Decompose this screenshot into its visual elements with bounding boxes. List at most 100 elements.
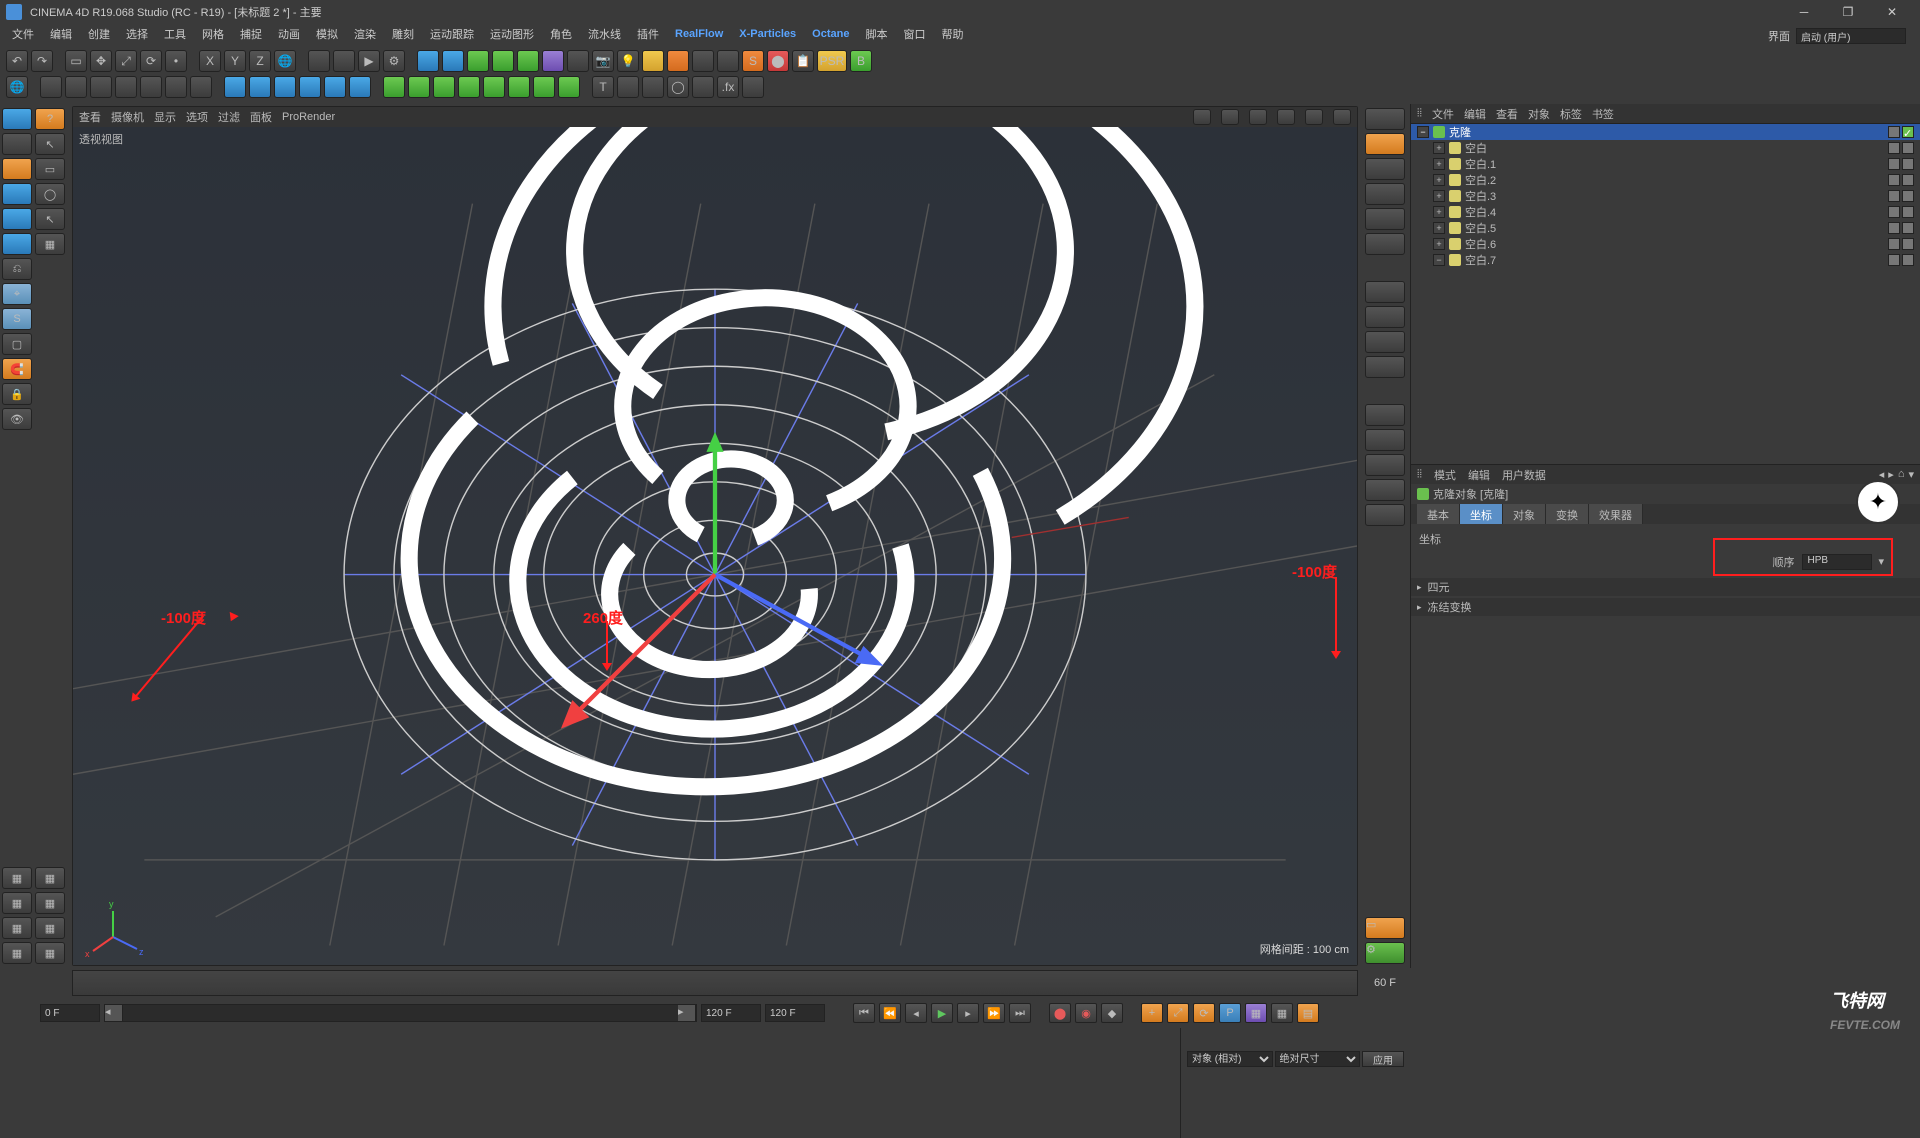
add-environment[interactable] bbox=[567, 50, 589, 72]
gen2[interactable] bbox=[408, 76, 430, 98]
p-opt[interactable]: ▤ bbox=[1297, 1003, 1319, 1023]
step-back-button[interactable]: ⏪ bbox=[879, 1003, 901, 1023]
palette-5[interactable]: ▦ bbox=[2, 917, 32, 939]
menu-文件[interactable]: 文件 bbox=[6, 24, 40, 44]
workplane-btn[interactable]: ▢ bbox=[2, 333, 32, 355]
r12[interactable] bbox=[1365, 429, 1405, 451]
range-end-field[interactable] bbox=[701, 1004, 761, 1022]
p-param[interactable]: P bbox=[1219, 1003, 1241, 1023]
add-generator[interactable] bbox=[467, 50, 489, 72]
play-button[interactable]: ▶ bbox=[931, 1003, 953, 1023]
home-icon[interactable] bbox=[1193, 109, 1211, 125]
menu-窗口[interactable]: 窗口 bbox=[897, 24, 931, 44]
spline-text[interactable]: T bbox=[592, 76, 614, 98]
tree-item[interactable]: +空白.5 bbox=[1411, 220, 1920, 236]
menu-运动跟踪[interactable]: 运动跟踪 bbox=[424, 24, 480, 44]
last-tool[interactable]: • bbox=[165, 50, 187, 72]
add-array[interactable] bbox=[517, 50, 539, 72]
menu-X-Particles[interactable]: X-Particles bbox=[733, 26, 802, 42]
model-mode[interactable] bbox=[2, 108, 32, 130]
vp-menu-面板[interactable]: 面板 bbox=[250, 109, 272, 125]
spline2[interactable] bbox=[642, 76, 664, 98]
move-tool[interactable]: ✥ bbox=[90, 50, 112, 72]
menu-捕捉[interactable]: 捕捉 bbox=[234, 24, 268, 44]
minimize-button[interactable]: ─ bbox=[1782, 0, 1826, 24]
expand-icon[interactable]: + bbox=[1433, 238, 1445, 250]
vp-menu-选项[interactable]: 选项 bbox=[186, 109, 208, 125]
expand-icon[interactable]: + bbox=[1433, 222, 1445, 234]
lock-btn[interactable]: 🔒 bbox=[2, 383, 32, 405]
lasso-select[interactable]: ◯ bbox=[35, 183, 65, 205]
zoom-icon[interactable] bbox=[1249, 109, 1267, 125]
r7[interactable] bbox=[1365, 281, 1405, 303]
t3[interactable] bbox=[90, 76, 112, 98]
tweak-mode[interactable]: ⌖ bbox=[2, 283, 32, 305]
vis-btn[interactable]: 👁 bbox=[2, 408, 32, 430]
axis-mode[interactable]: ? bbox=[35, 108, 65, 130]
attr-menu-icon[interactable]: ▾ bbox=[1908, 468, 1914, 481]
record-button[interactable]: ⬤ bbox=[1049, 1003, 1071, 1023]
viewport-canvas[interactable]: y z x 透视视图 网格间距 : 100 cm -100度 260度 -100… bbox=[73, 127, 1357, 965]
group-quaternion[interactable]: ▸四元 bbox=[1411, 578, 1920, 596]
render-region[interactable] bbox=[333, 50, 355, 72]
menu-雕刻[interactable]: 雕刻 bbox=[386, 24, 420, 44]
r15[interactable] bbox=[1365, 504, 1405, 526]
light-icon[interactable] bbox=[1221, 109, 1239, 125]
t1[interactable] bbox=[40, 76, 62, 98]
material-manager[interactable] bbox=[34, 1028, 1180, 1138]
obj-tab-文件[interactable]: 文件 bbox=[1432, 106, 1454, 122]
spline3[interactable]: ◯ bbox=[667, 76, 689, 98]
tree-item[interactable]: +空白.4 bbox=[1411, 204, 1920, 220]
octane-btn[interactable]: ⬤ bbox=[767, 50, 789, 72]
tree-item[interactable]: +空白.3 bbox=[1411, 188, 1920, 204]
add-motion-tracker[interactable] bbox=[642, 50, 664, 72]
r14[interactable] bbox=[1365, 479, 1405, 501]
expand-icon[interactable]: + bbox=[1433, 206, 1445, 218]
psr-button[interactable]: PSR bbox=[817, 50, 847, 72]
add-light[interactable]: 💡 bbox=[617, 50, 639, 72]
render-settings[interactable]: ⚙ bbox=[383, 50, 405, 72]
tree-item[interactable]: +空白.6 bbox=[1411, 236, 1920, 252]
r13[interactable] bbox=[1365, 454, 1405, 476]
palette-6[interactable]: ▦ bbox=[35, 917, 65, 939]
menu-选择[interactable]: 选择 bbox=[120, 24, 154, 44]
primitive-plane[interactable] bbox=[324, 76, 346, 98]
coord-mode2[interactable]: 绝对尺寸 bbox=[1275, 1051, 1361, 1067]
p-sel[interactable]: ▦ bbox=[1271, 1003, 1293, 1023]
subtab-变换[interactable]: 变换 bbox=[1546, 504, 1589, 524]
menu-编辑[interactable]: 编辑 bbox=[44, 24, 78, 44]
attr-tab-模式[interactable]: 模式 bbox=[1434, 467, 1456, 483]
gen4[interactable] bbox=[458, 76, 480, 98]
add-camera[interactable]: 📷 bbox=[592, 50, 614, 72]
goto-end-button[interactable]: ⏭ bbox=[1009, 1003, 1031, 1023]
add-rig[interactable] bbox=[667, 50, 689, 72]
subtab-效果器[interactable]: 效果器 bbox=[1589, 504, 1643, 524]
r3[interactable] bbox=[1365, 158, 1405, 180]
expand-icon[interactable]: + bbox=[1433, 142, 1445, 154]
add-cube[interactable] bbox=[417, 50, 439, 72]
rotate-icon[interactable] bbox=[1305, 109, 1323, 125]
add-deformer[interactable] bbox=[542, 50, 564, 72]
primitive-cube[interactable] bbox=[224, 76, 246, 98]
menu-帮助[interactable]: 帮助 bbox=[935, 24, 969, 44]
range-end2-field[interactable] bbox=[765, 1004, 825, 1022]
fx-btn[interactable]: .fx bbox=[717, 76, 739, 98]
pan-icon[interactable] bbox=[1277, 109, 1295, 125]
workplane[interactable] bbox=[2, 158, 32, 180]
xp-btn-1[interactable]: 📋 bbox=[792, 50, 814, 72]
grip-icon[interactable]: ⦙⦙ bbox=[1417, 468, 1422, 481]
expand-icon[interactable]: + bbox=[1433, 190, 1445, 202]
goto-start-button[interactable]: ⏮ bbox=[853, 1003, 875, 1023]
obj-tab-对象[interactable]: 对象 bbox=[1528, 106, 1550, 122]
primitive-cylinder[interactable] bbox=[274, 76, 296, 98]
subtab-对象[interactable]: 对象 bbox=[1503, 504, 1546, 524]
spline4[interactable] bbox=[692, 76, 714, 98]
select-tool[interactable]: ▭ bbox=[65, 50, 87, 72]
menu-Octane[interactable]: Octane bbox=[806, 26, 855, 42]
palette-8[interactable]: ▦ bbox=[35, 942, 65, 964]
vp-menu-显示[interactable]: 显示 bbox=[154, 109, 176, 125]
keyframe-button[interactable]: ◆ bbox=[1101, 1003, 1123, 1023]
menu-创建[interactable]: 创建 bbox=[82, 24, 116, 44]
gen3[interactable] bbox=[433, 76, 455, 98]
r9[interactable] bbox=[1365, 331, 1405, 353]
